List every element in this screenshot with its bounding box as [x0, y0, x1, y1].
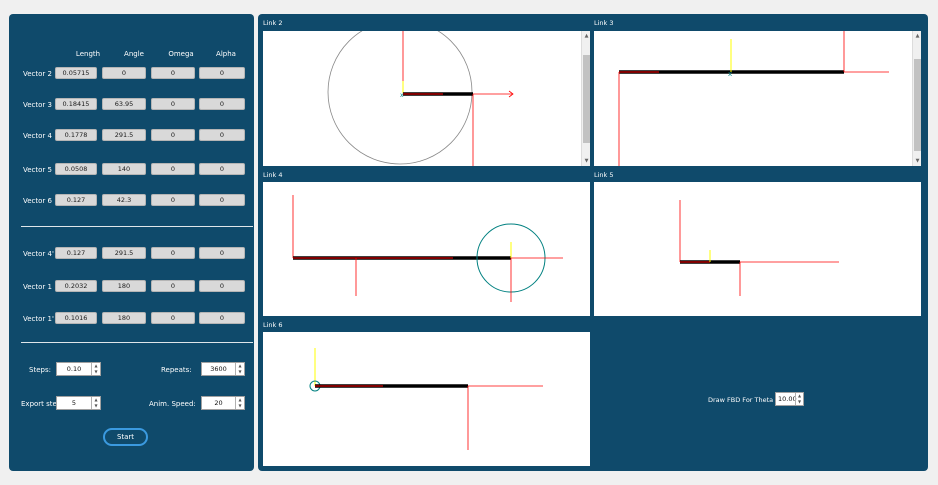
length-field[interactable]: 0.1016 — [55, 312, 97, 324]
alpha-field[interactable]: 0 — [199, 280, 245, 292]
link4-plot — [263, 182, 590, 316]
repeats-label: Repeats: — [161, 366, 192, 374]
angle-field[interactable]: 291.5 — [102, 247, 146, 259]
length-field[interactable]: 0.1778 — [55, 129, 97, 141]
repeats-value[interactable]: 3600 — [202, 363, 235, 375]
length-field[interactable]: 0.18415 — [55, 98, 97, 110]
row-label: Vector 3 — [23, 101, 52, 109]
row-label: Vector 6 — [23, 197, 52, 205]
link6-canvas — [309, 348, 543, 450]
length-field[interactable]: 0.05715 — [55, 67, 97, 79]
fbd-theta-spinner[interactable]: 10.00 ▲ ▼ — [775, 392, 804, 406]
plots-panel: Link 2 x ▲ ▼ Link 3 x ▲ ▼ Link 4 Link 5 … — [258, 14, 928, 471]
angle-field[interactable]: 180 — [102, 312, 146, 324]
alpha-field[interactable]: 0 — [199, 98, 245, 110]
angle-field[interactable]: 291.5 — [102, 129, 146, 141]
link4-canvas — [292, 195, 563, 302]
app-window: Length Angle Omega Alpha Vector 2 0.0571… — [0, 0, 938, 485]
link2-scrollbar[interactable]: ▲ ▼ — [581, 31, 590, 166]
link2-title: Link 2 — [263, 19, 283, 27]
row-label: Vector 4' — [23, 250, 54, 258]
alpha-field[interactable]: 0 — [199, 67, 245, 79]
angle-field[interactable]: 63.95 — [102, 98, 146, 110]
link3-title: Link 3 — [594, 19, 614, 27]
divider — [21, 226, 253, 227]
joint-marker: x — [728, 70, 732, 78]
scroll-down-icon[interactable]: ▼ — [913, 158, 921, 164]
scroll-thumb[interactable] — [914, 59, 921, 151]
link2-canvas: x — [327, 31, 514, 166]
omega-field[interactable]: 0 — [151, 129, 195, 141]
length-field[interactable]: 0.127 — [55, 194, 97, 206]
alpha-field[interactable]: 0 — [199, 247, 245, 259]
link3-scrollbar[interactable]: ▲ ▼ — [912, 31, 921, 166]
length-field[interactable]: 0.127 — [55, 247, 97, 259]
length-field[interactable]: 0.0508 — [55, 163, 97, 175]
link3-plot: x ▲ ▼ — [594, 31, 921, 166]
row-label: Vector 2 — [23, 70, 52, 78]
input-panel: Length Angle Omega Alpha Vector 2 0.0571… — [9, 14, 254, 471]
spinner-arrows-icon[interactable]: ▲ ▼ — [91, 397, 100, 409]
angle-field[interactable]: 0 — [102, 67, 146, 79]
header-alpha: Alpha — [216, 50, 236, 58]
link3-canvas: x — [618, 31, 889, 166]
anim-speed-label: Anim. Speed: — [149, 400, 196, 408]
anim-speed-spinner[interactable]: 20 ▲ ▼ — [201, 396, 245, 410]
spinner-arrows-icon[interactable]: ▲ ▼ — [91, 363, 100, 375]
alpha-field[interactable]: 0 — [199, 312, 245, 324]
alpha-field[interactable]: 0 — [199, 129, 245, 141]
header-length: Length — [75, 50, 101, 58]
spinner-arrows-icon[interactable]: ▲ ▼ — [235, 363, 244, 375]
fbd-label: Draw FBD For Theta = — [708, 396, 781, 404]
header-angle: Angle — [124, 50, 144, 58]
alpha-field[interactable]: 0 — [199, 194, 245, 206]
repeats-spinner[interactable]: 3600 ▲ ▼ — [201, 362, 245, 376]
scroll-up-icon[interactable]: ▲ — [582, 33, 590, 39]
divider — [21, 342, 253, 343]
angle-field[interactable]: 180 — [102, 280, 146, 292]
scroll-thumb[interactable] — [583, 55, 590, 143]
alpha-field[interactable]: 0 — [199, 163, 245, 175]
fbd-theta-value[interactable]: 10.00 — [778, 393, 797, 405]
steps-label: Steps: — [29, 366, 51, 374]
spinner-arrows-icon[interactable]: ▲ ▼ — [235, 397, 244, 409]
omega-field[interactable]: 0 — [151, 194, 195, 206]
link2-plot: x ▲ ▼ — [263, 31, 590, 166]
steps-spinner[interactable]: 0.10 ▲ ▼ — [56, 362, 101, 376]
omega-field[interactable]: 0 — [151, 163, 195, 175]
omega-field[interactable]: 0 — [151, 98, 195, 110]
length-field[interactable]: 0.2032 — [55, 280, 97, 292]
link6-plot — [263, 332, 590, 466]
export-step-spinner[interactable]: 5 ▲ ▼ — [56, 396, 101, 410]
link5-title: Link 5 — [594, 171, 614, 179]
row-label: Vector 4 — [23, 132, 52, 140]
start-button[interactable]: Start — [103, 428, 148, 446]
row-label: Vector 5 — [23, 166, 52, 174]
link5-plot — [594, 182, 921, 316]
link4-title: Link 4 — [263, 171, 283, 179]
scroll-down-icon[interactable]: ▼ — [582, 158, 590, 164]
omega-field[interactable]: 0 — [151, 247, 195, 259]
steps-value[interactable]: 0.10 — [57, 363, 91, 375]
link6-title: Link 6 — [263, 321, 283, 329]
joint-marker: x — [400, 92, 404, 99]
anim-speed-value[interactable]: 20 — [202, 397, 235, 409]
row-label: Vector 1' — [23, 315, 54, 323]
export-step-value[interactable]: 5 — [57, 397, 91, 409]
omega-field[interactable]: 0 — [151, 280, 195, 292]
spinner-arrows-icon[interactable]: ▲ ▼ — [795, 393, 803, 405]
row-label: Vector 1 — [23, 283, 52, 291]
angle-field[interactable]: 42.3 — [102, 194, 146, 206]
header-omega: Omega — [168, 50, 194, 58]
scroll-up-icon[interactable]: ▲ — [913, 33, 921, 39]
omega-field[interactable]: 0 — [151, 312, 195, 324]
angle-field[interactable]: 140 — [102, 163, 146, 175]
link5-canvas — [679, 200, 839, 296]
omega-field[interactable]: 0 — [151, 67, 195, 79]
